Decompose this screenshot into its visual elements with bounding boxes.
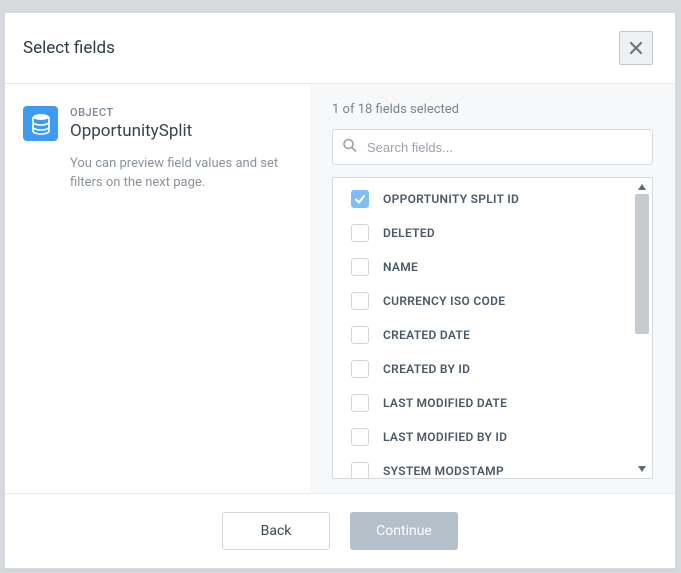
field-label: CREATED DATE xyxy=(383,328,470,342)
search-icon xyxy=(342,138,357,157)
object-label: OBJECT xyxy=(70,106,192,119)
fields-list-container: OPPORTUNITY SPLIT ID DELETED NAME CURRENCY … xyxy=(332,177,653,479)
field-row[interactable]: NAME xyxy=(333,250,632,284)
modal-footer: Back Continue xyxy=(5,494,675,568)
scroll-down-arrow-icon[interactable] xyxy=(635,462,649,476)
field-checkbox[interactable] xyxy=(351,462,369,478)
field-row[interactable]: CREATED BY ID xyxy=(333,352,632,386)
field-label: DELETED xyxy=(383,226,435,240)
object-panel: OBJECT OpportunitySplit You can preview … xyxy=(5,84,310,493)
fields-list[interactable]: OPPORTUNITY SPLIT ID DELETED NAME CURRENCY … xyxy=(333,178,632,478)
scrollbar-thumb[interactable] xyxy=(635,194,649,334)
fields-panel: 1 of 18 fields selected OPPORTUNITY SPLI… xyxy=(310,84,675,493)
field-label: NAME xyxy=(383,260,418,274)
field-row[interactable]: DELETED xyxy=(333,216,632,250)
modal-content: OBJECT OpportunitySplit You can preview … xyxy=(5,83,675,494)
field-checkbox[interactable] xyxy=(351,428,369,446)
field-row[interactable]: LAST MODIFIED BY ID xyxy=(333,420,632,454)
scrollbar-track[interactable] xyxy=(634,194,650,462)
modal-header: Select fields xyxy=(5,13,675,83)
field-row[interactable]: CREATED DATE xyxy=(333,318,632,352)
field-checkbox[interactable] xyxy=(351,190,369,208)
field-checkbox[interactable] xyxy=(351,292,369,310)
field-label: LAST MODIFIED DATE xyxy=(383,396,507,410)
object-header: OBJECT OpportunitySplit xyxy=(23,106,290,141)
search-input[interactable] xyxy=(332,129,653,165)
select-fields-modal: Select fields OBJECT OpportunitySplit Yo… xyxy=(4,12,676,569)
database-icon xyxy=(23,106,58,141)
field-label: OPPORTUNITY SPLIT ID xyxy=(383,192,519,206)
field-row[interactable]: SYSTEM MODSTAMP xyxy=(333,454,632,478)
field-label: SYSTEM MODSTAMP xyxy=(383,464,504,478)
field-checkbox[interactable] xyxy=(351,224,369,242)
field-row[interactable]: CURRENCY ISO CODE xyxy=(333,284,632,318)
selection-count: 1 of 18 fields selected xyxy=(332,102,653,117)
modal-title: Select fields xyxy=(23,38,115,58)
scroll-up-arrow-icon[interactable] xyxy=(635,180,649,194)
scrollbar[interactable] xyxy=(634,180,650,476)
close-icon xyxy=(628,40,644,56)
field-row[interactable]: OPPORTUNITY SPLIT ID xyxy=(333,182,632,216)
object-name: OpportunitySplit xyxy=(70,121,192,141)
field-checkbox[interactable] xyxy=(351,326,369,344)
field-checkbox[interactable] xyxy=(351,258,369,276)
field-label: CREATED BY ID xyxy=(383,362,470,376)
close-button[interactable] xyxy=(619,31,653,65)
continue-button[interactable]: Continue xyxy=(350,512,458,550)
search-container xyxy=(332,129,653,165)
field-label: CURRENCY ISO CODE xyxy=(383,294,505,308)
object-meta: OBJECT OpportunitySplit xyxy=(70,106,192,141)
field-label: LAST MODIFIED BY ID xyxy=(383,430,507,444)
object-description: You can preview field values and set fil… xyxy=(70,155,290,193)
field-checkbox[interactable] xyxy=(351,360,369,378)
field-checkbox[interactable] xyxy=(351,394,369,412)
back-button[interactable]: Back xyxy=(222,512,330,550)
field-row[interactable]: LAST MODIFIED DATE xyxy=(333,386,632,420)
